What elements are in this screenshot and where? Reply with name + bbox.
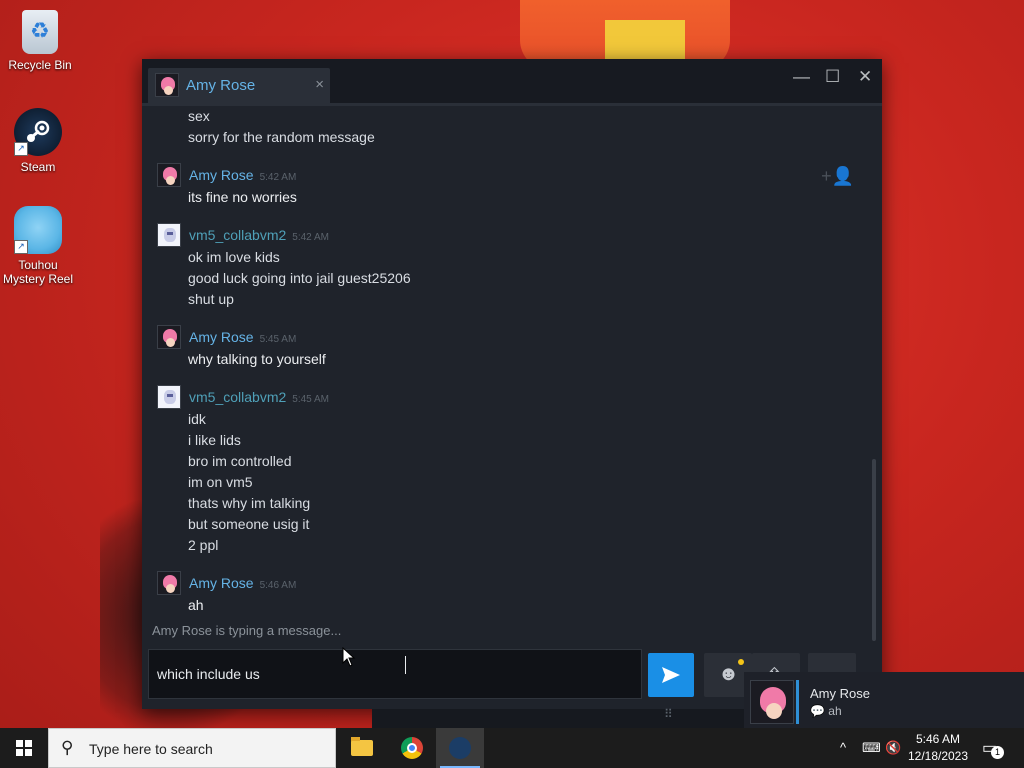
send-icon [662, 667, 680, 683]
maximize-button[interactable]: ☐ [825, 67, 840, 87]
taskbar: ⚲ Type here to search ^ ⌨ 🔇 5:46 AM 12/1… [0, 728, 1024, 768]
background-shape-yellow [605, 20, 685, 60]
steam-icon: ↗ [14, 108, 62, 156]
message-text: shut up [188, 291, 234, 307]
notification-badge: 1 [991, 746, 1004, 759]
shortcut-arrow-icon: ↗ [14, 240, 28, 254]
vm5-avatar[interactable] [157, 385, 181, 409]
message-text: 2 ppl [188, 537, 219, 553]
amy-rose-avatar[interactable] [157, 571, 181, 595]
message-sender[interactable]: Amy Rose 5:45 AM [189, 329, 296, 345]
message-text: its fine no worries [188, 189, 297, 205]
message-timestamp: 5:42 AM [259, 172, 297, 183]
minimize-button[interactable]: — [793, 67, 810, 87]
text-caret [405, 656, 406, 674]
message-list[interactable]: sex sorry for the random message +👤 Amy … [142, 106, 872, 626]
close-button[interactable]: ✕ [858, 67, 872, 87]
message-text: but someone usig it [188, 516, 310, 532]
shortcut-arrow-icon: ↗ [14, 142, 28, 156]
message-timestamp: 5:42 AM [292, 232, 329, 243]
message-text: im on vm5 [188, 474, 253, 490]
desktop-icon-touhou[interactable]: ↗ Touhou Mystery Reel [0, 206, 78, 286]
message-text: sex [188, 108, 210, 124]
message-sender[interactable]: Amy Rose 5:46 AM [189, 575, 296, 591]
clock-time[interactable]: 5:46 AM [910, 732, 966, 746]
search-placeholder: Type here to search [89, 741, 213, 757]
notification-message: 💬 ah [810, 704, 842, 718]
amy-rose-avatar [750, 680, 794, 724]
desktop-icon-recycle-bin[interactable]: Recycle Bin [0, 10, 80, 72]
message-timestamp: 5:46 AM [259, 580, 297, 591]
network-icon[interactable]: ⌨ [862, 740, 881, 756]
chevron-up-icon[interactable]: ^ [840, 740, 846, 755]
search-icon: ⚲ [61, 738, 74, 757]
recycle-bin-icon [22, 10, 58, 54]
chat-bubble-icon: 💬 [810, 704, 825, 718]
volume-muted-icon[interactable]: 🔇 [885, 740, 901, 756]
clock-date[interactable]: 12/18/2023 [906, 749, 970, 763]
message-input[interactable] [149, 650, 643, 698]
add-friend-icon[interactable]: +👤 [821, 166, 854, 187]
message-timestamp: 5:45 AM [292, 394, 329, 405]
message-text: thats why im talking [188, 495, 311, 511]
message-text: why talking to yourself [188, 351, 326, 367]
message-scrollbar[interactable] [872, 459, 876, 641]
amy-rose-avatar [155, 73, 179, 97]
chrome-icon [401, 737, 423, 759]
message-text: ok im love kids [188, 249, 280, 265]
desktop-icon-label: Recycle Bin [8, 58, 72, 72]
new-indicator-dot [738, 659, 744, 665]
steam-chat-window: Amy Rose × — ☐ ✕ sex sorry for the rando… [142, 59, 882, 733]
taskbar-chrome[interactable] [388, 728, 436, 768]
taskbar-search[interactable]: ⚲ Type here to search [48, 728, 336, 768]
taskbar-steam[interactable] [436, 728, 484, 768]
tab-label: Amy Rose [186, 77, 256, 94]
resize-grip-icon[interactable]: ⠿ [664, 707, 673, 721]
mouse-cursor-icon [342, 647, 356, 667]
chat-tab-amy-rose[interactable]: Amy Rose × [148, 68, 330, 104]
message-text: good luck going into jail guest25206 [188, 270, 411, 286]
folder-icon [351, 737, 373, 756]
emoticon-icon: ☻ [718, 663, 740, 685]
typing-indicator: Amy Rose is typing a message... [152, 623, 342, 638]
desktop-icon-label: Touhou Mystery Reel [2, 258, 73, 286]
message-sender[interactable]: vm5_collabvm2 5:45 AM [189, 389, 329, 405]
message-text: sorry for the random message [188, 129, 375, 145]
message-text: bro im controlled [188, 453, 292, 469]
message-sender[interactable]: Amy Rose 5:42 AM [189, 167, 296, 183]
vm5-avatar[interactable] [157, 223, 181, 247]
message-composer[interactable] [148, 649, 643, 699]
start-button[interactable] [0, 728, 48, 768]
send-button[interactable] [648, 653, 694, 697]
message-text: idk [188, 411, 206, 427]
notification-sender: Amy Rose [810, 686, 870, 701]
amy-rose-avatar[interactable] [157, 325, 181, 349]
desktop-icon-steam[interactable]: ↗ Steam [0, 108, 78, 174]
title-bar[interactable]: Amy Rose × — ☐ ✕ [142, 59, 882, 104]
amy-rose-avatar[interactable] [157, 163, 181, 187]
message-sender[interactable]: vm5_collabvm2 5:42 AM [189, 227, 329, 243]
message-text: i like lids [188, 432, 241, 448]
steam-icon [449, 737, 471, 759]
touhou-character-icon: ↗ [14, 206, 62, 254]
tab-close-icon[interactable]: × [315, 76, 324, 93]
message-timestamp: 5:45 AM [259, 334, 297, 345]
message-notification[interactable]: Amy Rose 💬 ah [744, 672, 1024, 732]
online-status-bar [796, 680, 799, 724]
taskbar-file-explorer[interactable] [338, 728, 386, 768]
message-text: ah [188, 597, 204, 613]
desktop-icon-label: Steam [20, 160, 56, 174]
windows-icon [16, 740, 32, 756]
